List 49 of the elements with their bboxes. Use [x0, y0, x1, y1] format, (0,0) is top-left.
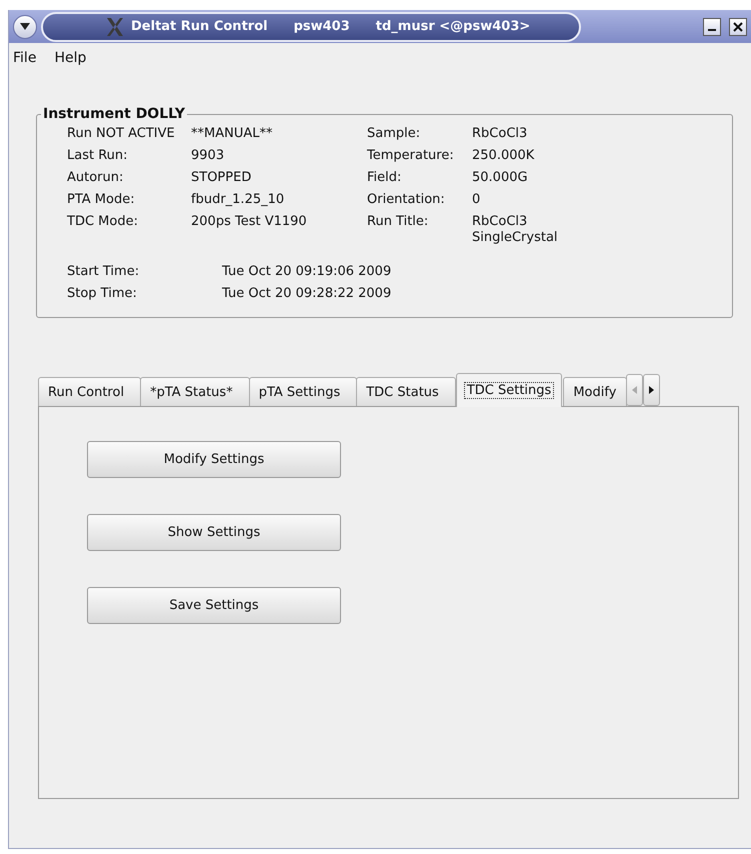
tab[interactable]: TDC Status — [356, 377, 456, 406]
menu-item[interactable]: File — [13, 50, 36, 76]
minimize-button[interactable] — [703, 18, 721, 36]
field-label: Sample: — [367, 126, 422, 142]
field-value: **MANUAL** — [191, 126, 274, 142]
field-value: RbCoCl3 SingleCrystal — [472, 214, 559, 246]
field-label: Autorun: — [67, 170, 124, 186]
tab[interactable]: pTA Settings — [248, 377, 358, 406]
field-label: Last Run: — [67, 148, 129, 164]
tab[interactable]: *pTA Status* — [140, 377, 250, 406]
field-label: Start Time: — [67, 264, 140, 280]
field-value: fbudr_1.25_10 — [191, 192, 286, 208]
field-label: PTA Mode: — [67, 192, 136, 208]
field-label: Temperature: — [367, 148, 455, 164]
field-value: 200ps Test V1190 — [191, 214, 308, 231]
settings-button[interactable]: Show Settings — [87, 514, 341, 551]
settings-button[interactable]: Modify Settings — [87, 441, 341, 478]
window-title: Deltat Run Control — [131, 19, 268, 34]
minimize-icon — [708, 28, 716, 30]
field-label: Orientation: — [367, 192, 446, 208]
field-value: RbCoCl3 — [472, 126, 528, 142]
x-logo-icon — [105, 16, 125, 36]
field-value: STOPPED — [191, 170, 252, 186]
left-triangle-icon — [632, 386, 638, 394]
caret-down-icon — [20, 23, 30, 30]
tab[interactable]: TDC Settings — [456, 373, 562, 407]
field-value: 50.000G — [472, 170, 529, 186]
field-label: Field: — [367, 170, 402, 186]
field-value: 250.000K — [472, 148, 536, 164]
field-value: Tue Oct 20 09:28:22 2009 — [222, 286, 392, 302]
group-title: Instrument DOLLY — [42, 106, 186, 122]
host-name: psw403 — [294, 19, 350, 34]
scroll-right-button[interactable] — [643, 374, 660, 406]
settings-button[interactable]: Save Settings — [87, 587, 341, 624]
close-icon — [733, 22, 743, 32]
menu-item[interactable]: Help — [54, 50, 86, 76]
close-button[interactable] — [729, 18, 747, 36]
field-label: Run Title: — [367, 214, 430, 231]
right-triangle-icon — [649, 386, 654, 394]
field-label: TDC Mode: — [67, 214, 139, 231]
field-value: 0 — [472, 192, 482, 208]
window-menu-button[interactable] — [13, 14, 37, 38]
user-name: td_musr <@psw403> — [376, 19, 530, 34]
tab[interactable]: Modify — [563, 377, 628, 406]
field-label: Run NOT ACTIVE — [67, 126, 176, 142]
field-value: 9903 — [191, 148, 226, 164]
field-label: Stop Time: — [67, 286, 138, 302]
tab[interactable]: Run Control — [38, 377, 142, 406]
field-value: Tue Oct 20 09:19:06 2009 — [222, 264, 392, 280]
